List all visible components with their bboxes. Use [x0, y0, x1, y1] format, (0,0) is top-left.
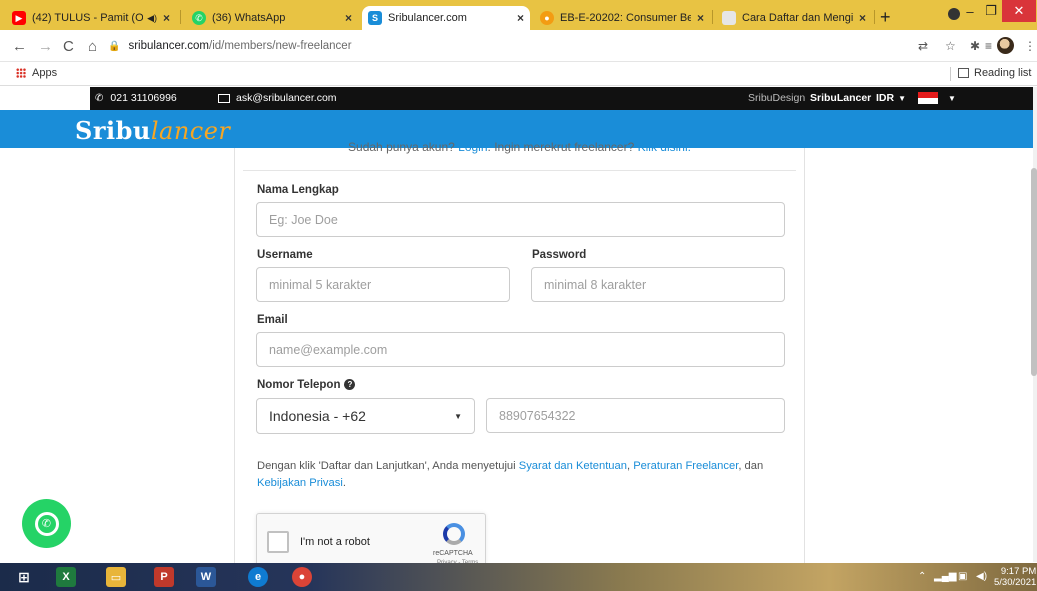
home-icon[interactable]: ⌂ [88, 38, 97, 55]
bookmarks-bar: Apps Reading list [0, 62, 1037, 86]
network-icon[interactable]: ▣ [958, 571, 967, 582]
registration-form: Sudah punya akun? Login. Ingin merekrut … [234, 140, 805, 573]
username-label: Username [257, 249, 313, 261]
phone-label: Nomor Telepon? [257, 379, 356, 391]
tab-divider [180, 10, 181, 24]
phone-contact[interactable]: ✆ 021 31106996 [95, 92, 177, 104]
reading-list-icon [958, 68, 969, 78]
moodle-icon: ● [540, 11, 554, 25]
mail-icon [218, 93, 230, 103]
chevron-down-icon: ▼ [898, 93, 907, 103]
close-tab-icon[interactable]: × [697, 11, 704, 25]
login-prompt: Sudah punya akun? Login. Ingin merekrut … [348, 140, 691, 154]
close-tab-icon[interactable]: × [859, 11, 866, 25]
close-tab-icon[interactable]: × [517, 11, 524, 25]
freelancer-rules-link[interactable]: Peraturan Freelancer [633, 460, 738, 472]
email-contact[interactable]: ask@sribulancer.com [218, 92, 337, 104]
tab-youtube[interactable]: ▶ (42) TULUS - Pamit (Officia ◀) × [6, 6, 176, 30]
link-sribudesign[interactable]: SribuDesign [748, 92, 805, 104]
tray-expand-icon[interactable]: ⌃ [918, 571, 926, 582]
currency-dropdown[interactable]: IDR ▼ [876, 92, 906, 104]
audio-icon[interactable]: ◀) [147, 13, 157, 24]
terms-link[interactable]: Syarat dan Ketentuan [519, 460, 627, 472]
close-tab-icon[interactable]: × [163, 11, 170, 25]
extensions-icon[interactable]: ✱ [970, 39, 980, 53]
whatsapp-icon: ✆ [34, 511, 59, 536]
address-bar[interactable]: 🔒 sribulancer.com/id/members/new-freelan… [108, 36, 352, 56]
youtube-icon: ▶ [12, 11, 26, 25]
excel-icon[interactable]: X [56, 567, 76, 587]
menu-icon[interactable]: ⋮ [1024, 39, 1036, 53]
minimize-icon[interactable]: – [960, 0, 980, 22]
recaptcha-icon [443, 523, 465, 545]
password-label: Password [532, 249, 587, 261]
word-icon[interactable]: W [196, 567, 216, 587]
tab-divider [874, 10, 875, 24]
chevron-down-icon: ▼ [948, 93, 956, 103]
hire-click-here-link[interactable]: Klik disini. [638, 140, 691, 154]
scrollbar-thumb[interactable] [1031, 168, 1037, 376]
link-sribulancer[interactable]: SribuLancer [810, 92, 871, 104]
info-icon[interactable]: ? [344, 379, 356, 391]
phone-icon: ✆ [95, 92, 104, 104]
translate-icon[interactable]: ⇄ [918, 39, 928, 53]
tab-divider [712, 10, 713, 24]
bookmark-star-icon[interactable]: ☆ [945, 39, 956, 53]
site-contact-bar: ✆ 021 31106996 ask@sribulancer.com Sribu… [90, 87, 1033, 110]
whatsapp-icon: ✆ [192, 11, 206, 25]
system-clock[interactable]: 9:17 PM 5/30/2021 [994, 566, 1036, 588]
indonesia-flag-icon [918, 92, 938, 104]
chrome-icon[interactable]: ● [292, 567, 312, 587]
chevron-down-icon: ▼ [454, 412, 462, 421]
sribulancer-logo[interactable]: Sribulancer [75, 116, 230, 145]
language-dropdown[interactable]: ▼ [918, 92, 956, 104]
windows-taskbar: ⊞ X ▭ P W e ● ⌃ ▂▄▆ ▣ ◀) 9:17 PM 5/30/20… [0, 563, 1037, 591]
country-code-select[interactable]: Indonesia - +62 ▼ [256, 398, 475, 434]
reading-list-button[interactable]: Reading list [958, 67, 1031, 79]
privacy-policy-link[interactable]: Kebijakan Privasi [257, 477, 343, 489]
sribulancer-icon: S [368, 11, 382, 25]
tab-whatsapp[interactable]: ✆ (36) WhatsApp × [186, 6, 358, 30]
new-tab-button[interactable]: + [880, 7, 891, 28]
email-label: Email [257, 314, 288, 326]
username-input[interactable] [256, 267, 510, 302]
recaptcha-brand: reCAPTCHA [433, 550, 473, 557]
recaptcha-label: I'm not a robot [300, 536, 370, 548]
file-explorer-icon[interactable]: ▭ [106, 567, 126, 587]
browser-toolbar: ← → C ⌂ 🔒 sribulancer.com/id/members/new… [0, 30, 1037, 62]
profile-avatar[interactable] [997, 37, 1014, 54]
email-input[interactable] [256, 332, 785, 367]
windows-start-icon[interactable]: ⊞ [14, 567, 34, 587]
phone-number-input[interactable] [486, 398, 785, 433]
terms-text: Dengan klik 'Daftar dan Lanjutkan', Anda… [257, 460, 764, 489]
close-window-icon[interactable]: ✕ [1002, 0, 1036, 22]
full-name-label: Nama Lengkap [257, 184, 339, 196]
tab-consumer-behavior[interactable]: ● EB-E-20202: Consumer Behavi × [534, 6, 710, 30]
apps-grid-icon [16, 68, 26, 78]
extension-icon[interactable] [948, 8, 960, 20]
reload-icon[interactable]: C [63, 38, 74, 55]
browser-tab-strip: ▶ (42) TULUS - Pamit (Officia ◀) × ✆ (36… [0, 0, 1037, 30]
divider [243, 170, 796, 171]
apps-bookmark[interactable]: Apps [16, 67, 57, 79]
whatsapp-chat-button[interactable]: ✆ [22, 499, 71, 548]
tab-sribulancer[interactable]: S Sribulancer.com × [362, 6, 530, 30]
forward-icon[interactable]: → [38, 38, 53, 55]
powerpoint-icon[interactable]: P [154, 567, 174, 587]
edge-icon[interactable]: e [248, 567, 268, 587]
media-control-icon[interactable]: ≡ [985, 39, 992, 53]
volume-icon[interactable]: ◀) [976, 571, 987, 582]
close-tab-icon[interactable]: × [345, 11, 352, 25]
tab-cara-daftar[interactable]: Cara Daftar dan Mengisi Skill d × [716, 6, 872, 30]
full-name-input[interactable] [256, 202, 785, 237]
login-link[interactable]: Login [458, 140, 487, 154]
lock-icon: 🔒 [108, 40, 121, 52]
blog-icon [722, 11, 736, 25]
back-icon[interactable]: ← [12, 38, 27, 55]
signal-icon[interactable]: ▂▄▆ [934, 571, 956, 582]
recaptcha-checkbox[interactable] [267, 531, 289, 553]
restore-icon[interactable]: ❐ [981, 0, 1001, 22]
password-input[interactable] [531, 267, 785, 302]
bookmark-divider [950, 67, 951, 81]
